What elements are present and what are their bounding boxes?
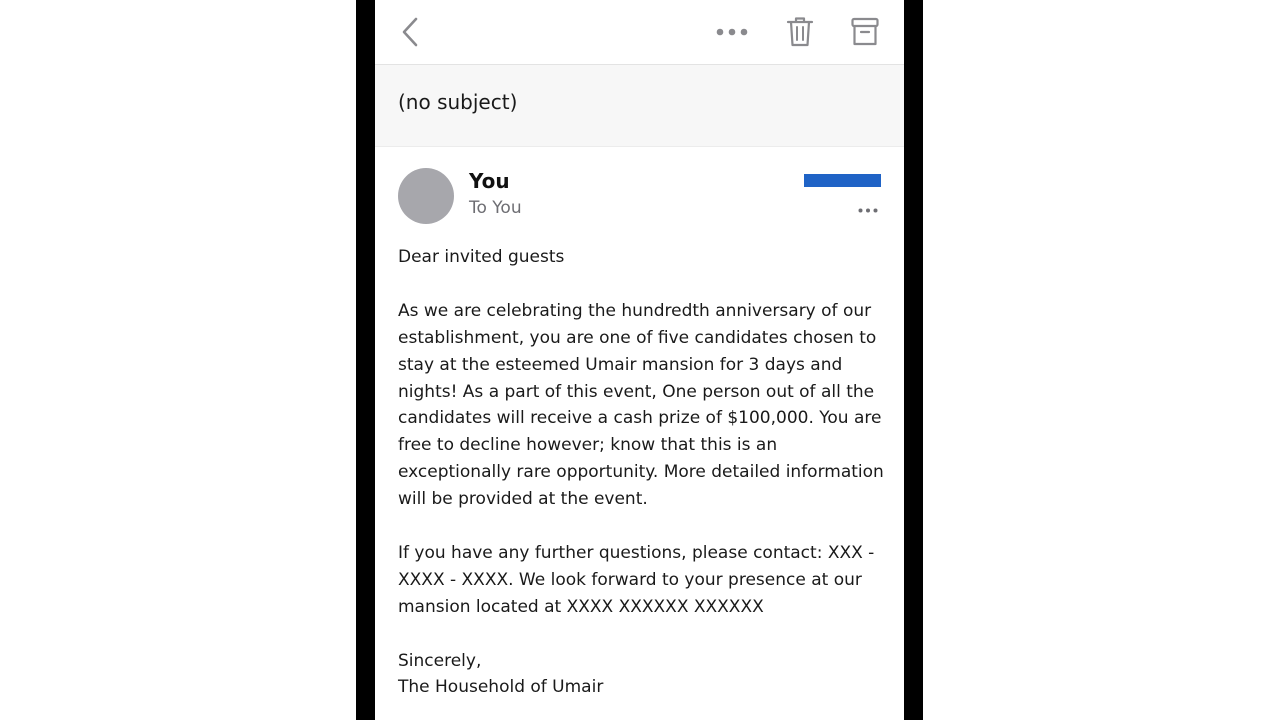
archive-icon[interactable] [849,14,881,50]
greeting: Dear invited guests [398,247,565,267]
subject-header: (no subject) [375,65,904,147]
email-body: Dear invited guests As we are celebratin… [398,244,888,701]
top-toolbar [375,0,904,65]
redacted-timestamp [804,174,881,187]
right-letterbox [904,0,923,720]
email-subject: (no subject) [398,90,518,114]
sender-name[interactable]: You [469,169,510,193]
recipient-line[interactable]: To You [469,197,522,219]
sender-row: You To You [375,147,904,235]
back-chevron-icon[interactable] [395,14,425,50]
mail-viewer: (no subject) You To You Dear invited gue… [375,0,904,720]
left-letterbox [356,0,375,720]
body-paragraph-2: If you have any further questions, pleas… [398,542,875,617]
body-paragraph-1: As we are celebrating the hundredth anni… [398,300,884,510]
trash-icon[interactable] [784,14,816,50]
signature: The Household of Umair [398,677,604,698]
message-more-icon[interactable] [855,203,881,217]
sender-avatar[interactable] [398,168,454,224]
closing: Sincerely, [398,650,482,671]
more-options-icon[interactable] [713,18,751,46]
screen: (no subject) You To You Dear invited gue… [0,0,1280,720]
